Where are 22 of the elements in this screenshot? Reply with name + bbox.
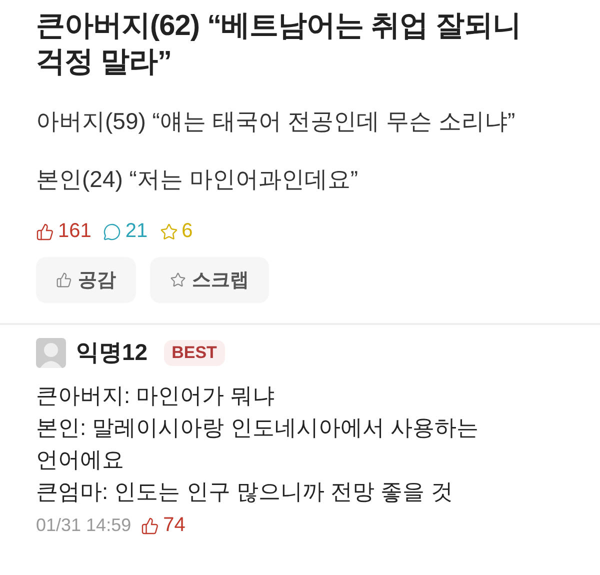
like-count: 161	[58, 220, 92, 243]
scrap-button[interactable]: 스크랩	[150, 257, 269, 303]
thumbs-up-icon	[141, 516, 160, 534]
speech-bubble-icon	[103, 222, 122, 240]
scrap-count: 6	[182, 220, 193, 243]
comment-author: 익명12	[76, 338, 148, 367]
comment-text: 큰아버지: 마인어가 뭐냐	[36, 382, 276, 410]
avatar-icon	[36, 338, 66, 368]
thumbs-up-icon	[36, 222, 54, 240]
comment-date: 01/31 14:59	[36, 515, 132, 536]
like-button[interactable]: 공감	[36, 257, 136, 303]
comment-text: 본인: 말레이시아랑 인도네시아에서 사용하는 언어에요	[36, 414, 480, 474]
post-text: 본인(24) “저는 마인어과인데요”	[36, 165, 359, 194]
thumbs-up-icon	[56, 272, 72, 288]
star-icon	[170, 272, 186, 288]
comment-text: 큰엄마: 인도는 인구 많으니까 전망 좋을 것	[36, 478, 454, 506]
like-count: 74	[163, 514, 186, 537]
best-badge: BEST	[164, 340, 225, 366]
star-icon	[160, 222, 178, 240]
post-text: 아버지(59) “얘는 태국어 전공인데 무슨 소리냐”	[36, 107, 516, 136]
comment-count: 21	[125, 220, 148, 243]
post-title: 큰아버지(62) “베트남어는 취업 잘되니 걱정 말라”	[36, 9, 522, 80]
